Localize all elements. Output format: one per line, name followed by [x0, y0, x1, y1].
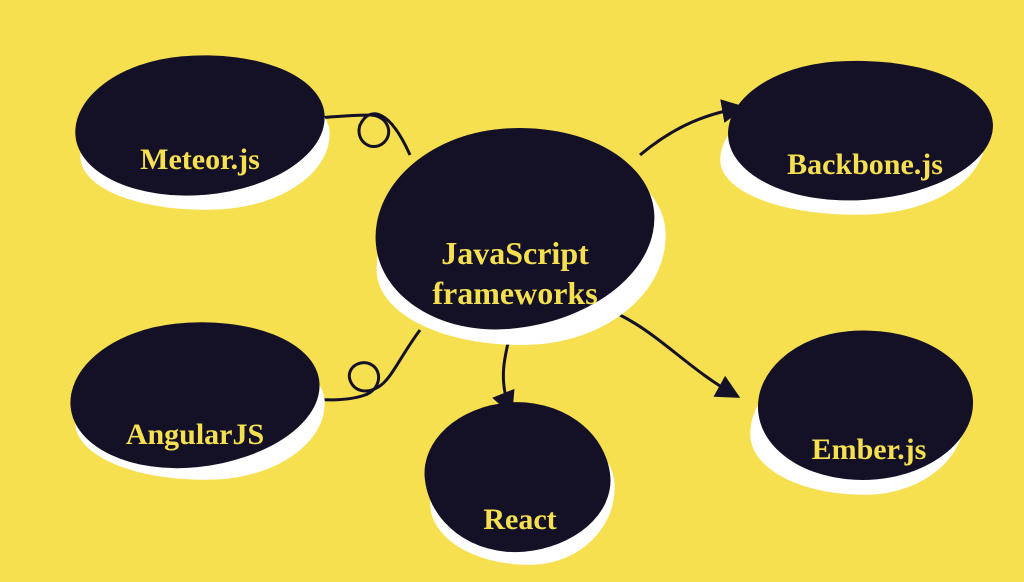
meteor-label: Meteor.js: [140, 143, 260, 177]
node-react: React: [420, 400, 620, 560]
angular-label: AngularJS: [126, 418, 264, 452]
node-backbone: Backbone.js: [720, 60, 1000, 210]
backbone-label: Backbone.js: [787, 148, 943, 182]
react-label: React: [483, 503, 556, 537]
center-label: JavaScript frameworks: [432, 233, 597, 313]
center-line1: JavaScript: [441, 235, 589, 271]
node-ember: Ember.js: [750, 330, 980, 490]
node-meteor: Meteor.js: [70, 55, 330, 205]
center-node: JavaScript frameworks: [370, 120, 660, 335]
center-line2: frameworks: [432, 275, 597, 311]
node-angular: AngularJS: [65, 320, 325, 480]
ember-label: Ember.js: [812, 433, 927, 467]
